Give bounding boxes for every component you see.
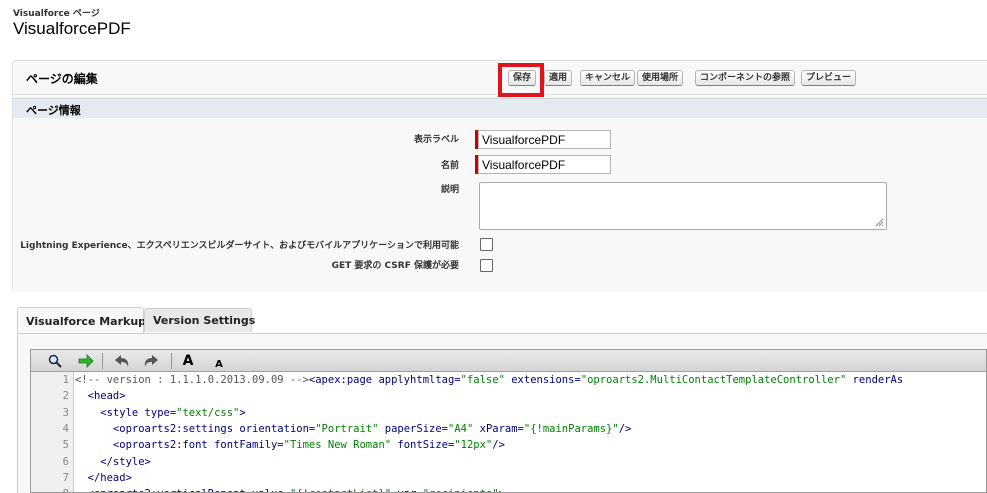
code-token: renderAs — [846, 374, 904, 386]
code-token: type= — [144, 406, 177, 419]
code-token: fontSize= — [391, 439, 455, 452]
code-token: <head> — [75, 390, 126, 403]
lightning-available-checkbox[interactable] — [480, 238, 493, 251]
code-line[interactable]: </head> — [75, 470, 132, 486]
code-line[interactable]: <oproarts2:settings orientation="Portrai… — [75, 421, 631, 437]
code-line[interactable]: <style type="text/css"> — [75, 405, 246, 421]
code-token: "text/css" — [176, 406, 240, 419]
code-token: </style> — [75, 455, 151, 468]
lightning-available-label: Lightning Experience、エクスペリエンスビルダーサイト、および… — [20, 241, 459, 251]
component-reference-button[interactable]: コンポーネントの参照 — [695, 70, 796, 86]
code-token: "A4" — [448, 422, 474, 435]
line-number: 8 — [63, 488, 69, 492]
line-number: 4 — [62, 423, 69, 435]
apply-button[interactable]: 適用 — [544, 70, 573, 86]
line-number: 2 — [62, 390, 69, 402]
tab-version-settings[interactable]: Version Settings — [144, 308, 255, 332]
name-field-label: 名前 — [440, 161, 459, 171]
code-line[interactable]: <oproarts2:verticalRepeat value="{!conta… — [75, 486, 505, 492]
csrf-protection-checkbox[interactable] — [480, 259, 493, 272]
panel-title: ページの編集 — [26, 72, 98, 86]
code-token: <style — [75, 406, 145, 419]
toolbar-separator — [171, 353, 172, 369]
code-line[interactable]: <head> — [75, 388, 126, 404]
toolbar-separator — [102, 353, 103, 369]
editor-toolbar: A A — [31, 350, 986, 372]
code-token: "{!contactList}" — [290, 488, 391, 492]
code-token: "{!mainParams}" — [523, 422, 619, 435]
section-title: ページ情報 — [26, 104, 81, 117]
code-token: /> — [618, 422, 632, 435]
code-token: <!-- version : 1.1.1.0.2013.09.09 --> — [75, 374, 309, 386]
code-token: orientation= — [239, 422, 316, 435]
csrf-protection-label: GET 要求の CSRF 保護が必要 — [331, 261, 459, 271]
code-token: paperSize= — [378, 422, 448, 435]
line-number-gutter: 1 2 3 4 5 6 7 8 — [31, 372, 74, 492]
label-input[interactable] — [478, 130, 611, 149]
code-line[interactable]: <oproarts2:font fontFamily="Times New Ro… — [75, 437, 505, 453]
code-token: <oproarts2:font — [75, 439, 215, 452]
page-edit-panel: ページの編集 保存 適用 キャンセル 使用場所 コンポーネントの参照 プレビュー… — [12, 60, 987, 292]
page-info-section: ページ情報 — [13, 98, 987, 118]
code-token: /> — [492, 439, 505, 452]
code-editor: A A 1 2 3 4 5 6 7 8 <!-- version : 1.1.1… — [30, 349, 987, 493]
code-token: Repeat — [208, 488, 252, 492]
page-subtitle: Visualforce ページ — [13, 9, 100, 19]
line-number: 3 — [62, 406, 69, 419]
redo-icon[interactable] — [141, 352, 161, 370]
line-number: 5 — [62, 439, 69, 451]
code-token: </head> — [75, 471, 132, 484]
code-token: fontFamily= — [214, 439, 284, 452]
cancel-button[interactable]: キャンセル — [580, 70, 636, 86]
font-increase-icon[interactable]: A — [178, 352, 198, 370]
code-token: <oproarts2:settings — [75, 422, 240, 435]
code-area[interactable]: <!-- version : 1.1.1.0.2013.09.09 --><ap… — [75, 372, 986, 492]
arrow-right-icon[interactable] — [76, 352, 96, 370]
code-token: "oproarts2.MultiContactTemplateControlle… — [580, 374, 847, 386]
search-icon[interactable] — [45, 352, 65, 370]
where-used-button[interactable]: 使用場所 — [637, 70, 684, 86]
line-number: 1 — [62, 374, 69, 386]
font-decrease-icon[interactable]: A — [209, 355, 229, 373]
line-number: 7 — [62, 472, 69, 484]
code-token: "Times New Roman" — [283, 439, 392, 452]
code-line[interactable]: </style> — [75, 454, 151, 470]
code-token: var= — [391, 488, 422, 492]
code-token: > — [239, 406, 246, 419]
code-token: "false" — [460, 374, 505, 386]
code-token: "12px" — [454, 439, 493, 452]
label-field-label: 表示ラベル — [413, 135, 459, 145]
code-token: extensions= — [504, 374, 581, 386]
code-token: xParam= — [473, 422, 524, 435]
description-textarea[interactable] — [479, 182, 887, 230]
code-token: applyhtmltag= — [378, 374, 461, 386]
description-field-label: 説明 — [440, 185, 459, 195]
code-token: <oproarts2:vertical — [75, 488, 208, 492]
code-token: "recipients" — [423, 488, 499, 492]
tab-visualforce-markup[interactable]: Visualforce Markup — [17, 307, 146, 334]
save-button-highlight — [498, 63, 544, 97]
resize-handle-icon[interactable] — [874, 217, 884, 227]
undo-icon[interactable] — [112, 352, 132, 370]
panel-header: ページの編集 保存 適用 キャンセル 使用場所 コンポーネントの参照 プレビュー — [13, 61, 987, 97]
preview-button[interactable]: プレビュー — [801, 70, 857, 86]
code-line[interactable]: <!-- version : 1.1.1.0.2013.09.09 --><ap… — [75, 372, 903, 388]
line-number: 6 — [62, 455, 69, 468]
code-token: > — [499, 488, 505, 492]
name-input[interactable] — [478, 155, 611, 174]
code-token: "Portrait" — [315, 422, 379, 435]
code-token: <apex:page — [308, 374, 379, 386]
page-title: VisualforcePDF — [13, 19, 131, 38]
code-token: value= — [252, 488, 290, 492]
